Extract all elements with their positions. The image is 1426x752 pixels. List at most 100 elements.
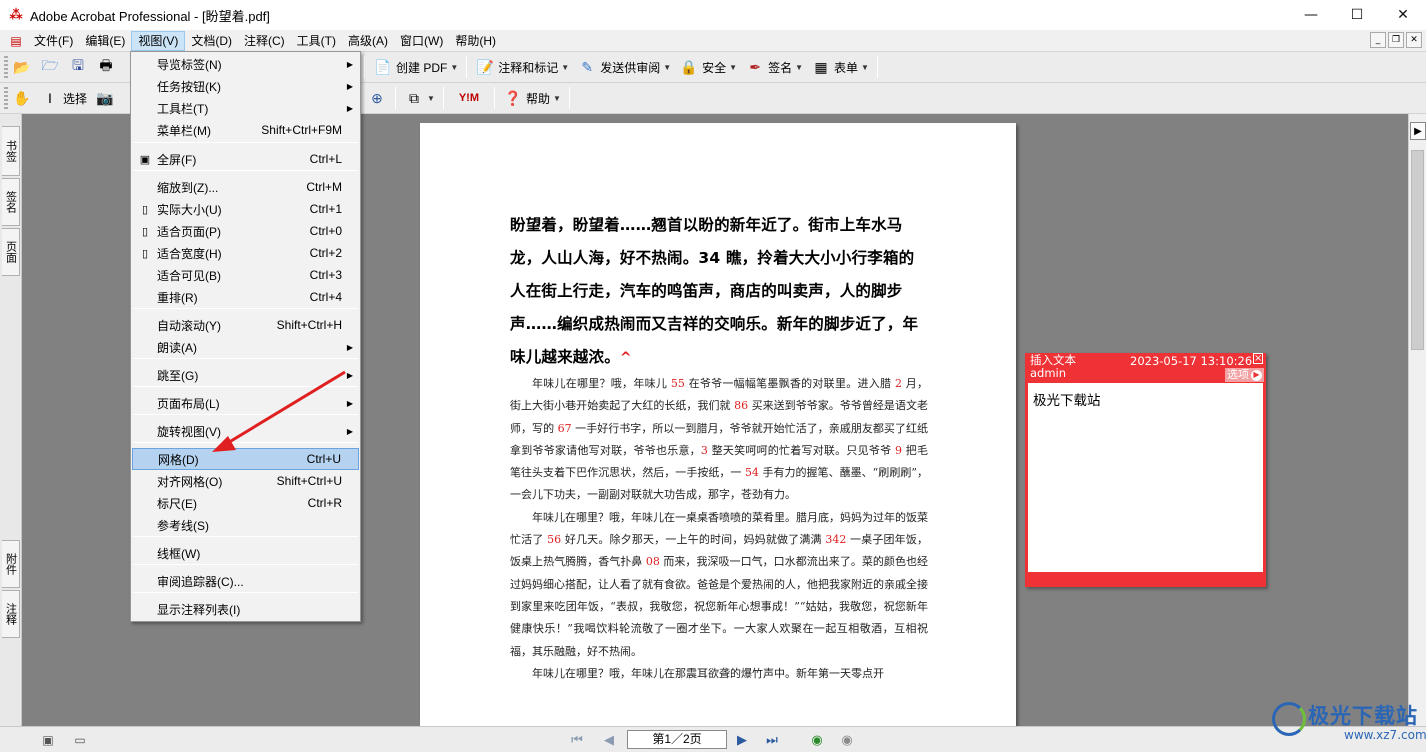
view-menu-item[interactable]: 审阅追踪器(C)... [132, 570, 359, 592]
view-menu-item[interactable]: 缩放到(Z)... Ctrl+M [132, 176, 359, 198]
view-menu-item[interactable]: 工具栏(T) ▶ [132, 97, 359, 119]
view-menu-item[interactable]: 朗读(A) ▶ [132, 336, 359, 358]
send-review-button[interactable]: ✎ 发送供审阅 ▼ [573, 55, 675, 79]
view-menu-item[interactable]: 菜单栏(M) Shift+Ctrl+F9M [132, 119, 359, 141]
organizer-icon[interactable]: 🗁 [40, 57, 60, 77]
highlighted-number: 67 [557, 421, 572, 435]
save-icon[interactable]: 🖫 [68, 57, 88, 77]
view-menu-item[interactable]: 线框(W) [132, 542, 359, 564]
insert-text-caret[interactable]: ^ [620, 350, 632, 366]
menu-item-label: 适合宽度(H) [157, 246, 222, 261]
previous-page-icon[interactable]: ◀ [600, 731, 618, 749]
view-menu-item[interactable]: ▯ 适合宽度(H) Ctrl+2 [132, 242, 359, 264]
menu-item-label: 线框(W) [157, 546, 201, 561]
dropdown-arrow-icon: ▼ [450, 62, 459, 72]
menu-view[interactable]: 视图(V) [131, 30, 186, 51]
create-pdf-button[interactable]: 📄 创建 PDF ▼ [369, 55, 462, 79]
tab-pages[interactable]: 页面 [2, 228, 20, 276]
menu-help[interactable]: 帮助(H) [449, 31, 502, 51]
tab-signatures[interactable]: 签名 [2, 178, 20, 226]
panel-toggle-icon[interactable]: ▶ [1410, 122, 1426, 140]
view-menu-item[interactable]: 适合可见(B) Ctrl+3 [132, 264, 359, 286]
close-button[interactable]: ✕ [1380, 0, 1426, 30]
open-folder-icon[interactable]: 📂 [12, 57, 32, 77]
view-menu-item[interactable]: ▯ 适合页面(P) Ctrl+0 [132, 220, 359, 242]
help-button[interactable]: ❓ 帮助 ▼ [499, 86, 565, 110]
maximize-button[interactable]: ☐ [1334, 0, 1380, 30]
zoom-in-icon[interactable]: ⊕ [367, 88, 387, 108]
minimize-button[interactable]: — [1288, 0, 1334, 30]
tab-attachments[interactable]: 附件 [2, 540, 20, 588]
highlighted-number: 86 [734, 399, 749, 413]
view-menu-item[interactable]: 显示注释列表(I) [132, 598, 359, 620]
menu-separator [133, 358, 358, 359]
menu-item-shortcut: Ctrl+U [306, 452, 341, 466]
vertical-scrollbar[interactable]: ▶ [1408, 114, 1426, 726]
view-menu-item[interactable]: 自动滚动(Y) Shift+Ctrl+H [132, 314, 359, 336]
view-menu-item[interactable]: ▯ 实际大小(U) Ctrl+1 [132, 198, 359, 220]
paragraph-text: 好几天。除夕那天，一上午的时间，妈妈就做了满满 [561, 533, 826, 547]
menu-item-label: 页面布局(L) [157, 396, 220, 411]
next-page-icon[interactable]: ▶ [733, 731, 751, 749]
yahoo-icon[interactable]: Y!M [452, 88, 486, 108]
view-menu-item[interactable]: 参考线(S) [132, 514, 359, 536]
view-menu-item[interactable]: 页面布局(L) ▶ [132, 392, 359, 414]
view-menu-item[interactable]: 网格(D) Ctrl+U [132, 448, 359, 470]
view-menu-item[interactable]: ▣ 全屏(F) Ctrl+L [132, 148, 359, 170]
view-menu-item[interactable]: 跳至(G) ▶ [132, 364, 359, 386]
menu-file[interactable]: 文件(F) [28, 31, 79, 51]
menu-advanced[interactable]: 高级(A) [342, 31, 394, 51]
submenu-arrow-icon: ▶ [346, 398, 353, 408]
watermark-name: 极光下载站 [1308, 704, 1418, 728]
page-size-icon[interactable]: ▭ [72, 732, 88, 748]
doc-minimize-icon[interactable]: _ [1370, 32, 1386, 48]
note-author: admin [1030, 366, 1067, 380]
highlighted-number: 342 [825, 533, 847, 547]
note-options-button[interactable]: 选项 ▶ [1225, 368, 1264, 382]
menu-item-shortcut: Ctrl+4 [309, 290, 342, 304]
previous-view-icon[interactable]: ◉ [808, 731, 826, 749]
last-page-icon[interactable]: ⏭ [763, 731, 781, 749]
submenu-arrow-icon: ▶ [346, 342, 353, 352]
menu-window[interactable]: 窗口(W) [394, 31, 449, 51]
dropdown-arrow-icon[interactable]: ▼ [427, 94, 435, 103]
page-layout-icon[interactable]: ⧉ [404, 88, 424, 108]
select-tool-button[interactable]: I 选择 [36, 86, 91, 110]
menu-edit[interactable]: 编辑(E) [79, 31, 131, 51]
view-menu-item[interactable]: 对齐网格(O) Shift+Ctrl+U [132, 470, 359, 492]
menu-tools[interactable]: 工具(T) [291, 31, 342, 51]
paragraph-text: 在爷爷一幅幅笔墨飘香的对联里。进入腊 [684, 377, 895, 390]
send-review-icon: ✎ [581, 58, 594, 75]
view-menu-item[interactable]: 重排(R) Ctrl+4 [132, 286, 359, 308]
forms-button[interactable]: ▦ 表单 ▼ [807, 55, 873, 79]
menu-separator [133, 536, 358, 537]
security-button[interactable]: 🔒 安全 ▼ [675, 55, 741, 79]
snapshot-icon[interactable]: 📷 [95, 88, 115, 108]
first-page-icon[interactable]: ⏮ [568, 731, 586, 749]
view-menu-item[interactable]: 标尺(E) Ctrl+R [132, 492, 359, 514]
note-close-icon[interactable]: × [1253, 353, 1263, 364]
doc-restore-icon[interactable]: ❐ [1388, 32, 1404, 48]
view-menu-item[interactable]: 任务按钮(K) ▶ [132, 75, 359, 97]
menu-document[interactable]: 文档(D) [185, 31, 238, 51]
highlighted-number: 54 [744, 466, 759, 480]
scrollbar-thumb[interactable] [1411, 150, 1424, 350]
print-icon[interactable]: 🖶 [96, 57, 116, 77]
comment-markup-button[interactable]: 📝 注释和标记 ▼ [471, 55, 573, 79]
sign-button[interactable]: ✒ 签名 ▼ [741, 55, 807, 79]
fullscreen-icon[interactable]: ▣ [40, 732, 56, 748]
document-menu-icon[interactable]: ▤ [8, 33, 24, 49]
view-menu-item[interactable]: 旋转视图(V) ▶ [132, 420, 359, 442]
menu-comments[interactable]: 注释(C) [238, 31, 291, 51]
comment-popup[interactable]: 插入文本 admin 2023-05-17 13:10:26 × 选项 ▶ 极光下载… [1025, 353, 1266, 587]
page-number-field[interactable]: 第1／2页 [627, 730, 727, 749]
next-view-icon[interactable]: ◉ [838, 731, 856, 749]
doc-close-icon[interactable]: ✕ [1406, 32, 1422, 48]
view-menu-item[interactable]: 导览标签(N) ▶ [132, 53, 359, 75]
hand-tool-icon[interactable]: ✋ [12, 88, 32, 108]
tab-bookmarks[interactable]: 书签 [2, 126, 20, 176]
note-content[interactable]: 极光下载站 [1028, 383, 1263, 572]
tab-comments[interactable]: 注释 [2, 590, 20, 638]
menu-separator [133, 308, 358, 309]
paragraph-text: 年味儿在哪里？哦，年味儿在那震耳欲聋的爆竹声中。新年第一天零点开 [532, 666, 884, 680]
